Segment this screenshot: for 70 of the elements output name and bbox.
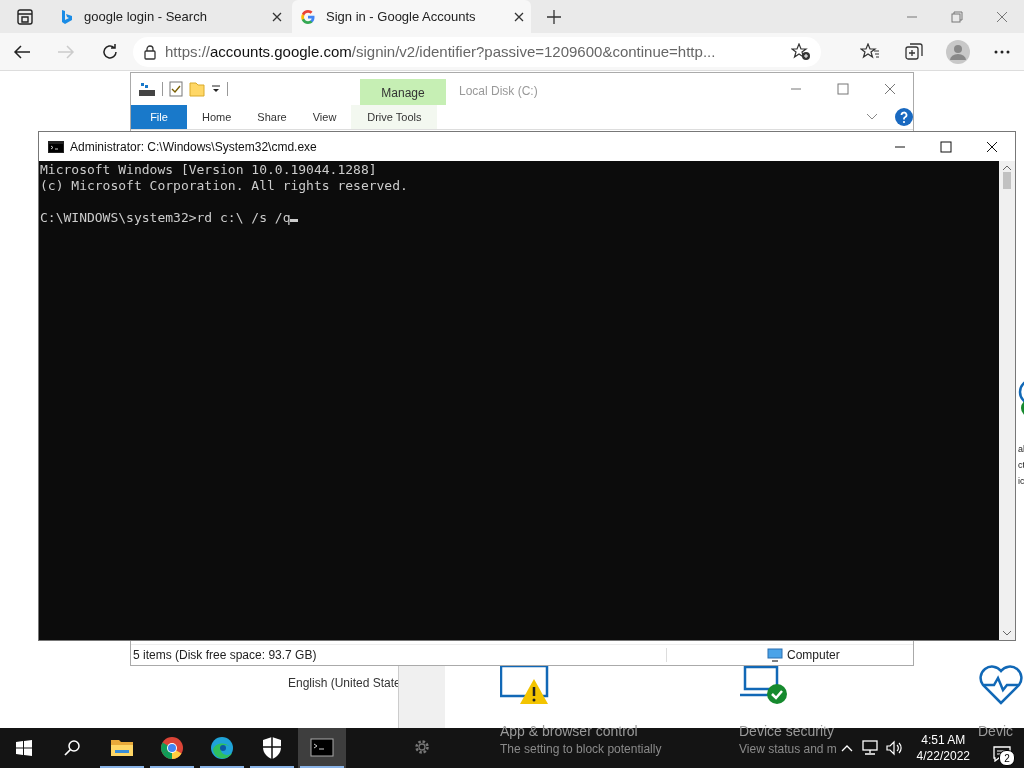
browser-tab[interactable]: google login - Search xyxy=(50,0,289,33)
refresh-icon[interactable] xyxy=(101,42,119,61)
lock-icon xyxy=(143,43,157,60)
window-title: Administrator: C:\Windows\System32\cmd.exe xyxy=(70,139,318,154)
heart-pulse-icon xyxy=(978,665,1024,705)
restore-icon[interactable] xyxy=(950,10,963,23)
address-bar[interactable]: https://accounts.google.com/signin/v2/identifier?passive=1209600&continue=http... xyxy=(133,36,821,67)
tab-title: Sign in - Google Accounts xyxy=(326,9,477,24)
close-icon[interactable] xyxy=(986,140,998,153)
console-text: Microsoft Windows [Version 10.0.19044.1288] xyxy=(40,162,378,178)
clock[interactable]: 4:51 AM 4/22/2022 xyxy=(906,732,980,764)
console-icon xyxy=(48,140,64,153)
scrollbar[interactable] xyxy=(999,161,1015,640)
volume-icon[interactable] xyxy=(885,740,904,756)
ribbon-tab[interactable]: Home xyxy=(189,105,245,129)
chevron-down-icon[interactable] xyxy=(865,113,878,121)
url-text: https://accounts.google.com/signin/v2/identifier?passive=1209600&continue=http... xyxy=(165,43,717,60)
ribbon-tab[interactable]: File xyxy=(131,105,187,129)
partial-text: ic xyxy=(1018,476,1024,486)
notifications-button[interactable]: 2 xyxy=(980,739,1024,768)
search-icon[interactable] xyxy=(64,740,80,756)
g-logo-icon xyxy=(300,8,316,25)
date-text: 4/22/2022 xyxy=(916,748,970,764)
message-icon xyxy=(993,745,1011,762)
window-title: Local Disk (C:) xyxy=(458,83,538,100)
console-text: (c) Microsoft Corporation. All rights reserved. xyxy=(40,178,409,194)
scroll-up-icon[interactable] xyxy=(1003,165,1011,170)
drive-icon[interactable] xyxy=(138,81,156,97)
dropdown-icon[interactable] xyxy=(211,84,221,94)
back-arrow-icon[interactable] xyxy=(13,43,31,60)
context-tab-header: Manage xyxy=(360,79,446,105)
shield-icon xyxy=(260,736,284,760)
notification-count: 2 xyxy=(999,750,1015,766)
card-title[interactable]: Devic xyxy=(978,723,1013,739)
partial-text: al xyxy=(1018,444,1024,454)
taskbar-button[interactable] xyxy=(298,728,346,768)
chevron-up-icon[interactable] xyxy=(840,744,853,752)
ribbon-tab[interactable]: View xyxy=(299,105,350,129)
command-line[interactable]: C:\WINDOWS\system32>rd c:\ /s /q xyxy=(40,210,999,226)
console-icon xyxy=(310,736,334,760)
status-text: 5 items (Disk free space: 93.7 GB) xyxy=(131,648,667,662)
ribbon-tab[interactable]: Drive Tools xyxy=(351,105,438,129)
browser-tab[interactable]: Sign in - Google Accounts xyxy=(292,0,531,33)
more-icon[interactable] xyxy=(994,49,1010,54)
monitor-warning-icon xyxy=(500,665,550,705)
avatar-icon[interactable] xyxy=(946,39,970,64)
edge-icon xyxy=(210,736,234,760)
time-text: 4:51 AM xyxy=(921,732,966,748)
ribbon-tab[interactable]: Share xyxy=(244,105,300,129)
gear-icon[interactable] xyxy=(413,738,431,756)
start-icon[interactable] xyxy=(16,740,32,756)
star-plus-icon[interactable] xyxy=(791,42,811,61)
tab-title: google login - Search xyxy=(84,9,208,24)
scroll-down-icon[interactable] xyxy=(1003,631,1011,636)
card-description: The setting to block potentially xyxy=(500,742,662,756)
scrollbar-thumb[interactable] xyxy=(1003,172,1011,189)
card-title[interactable]: App & browser control xyxy=(500,723,638,739)
card-title[interactable]: Device security xyxy=(739,723,834,739)
card-description: View status and m xyxy=(739,742,837,756)
help-icon[interactable] xyxy=(895,108,913,126)
location-text: Computer xyxy=(787,648,840,662)
network-icon[interactable] xyxy=(861,740,880,756)
properties-icon[interactable] xyxy=(169,81,183,97)
chrome-icon xyxy=(160,736,184,760)
favorites-icon[interactable] xyxy=(860,42,880,61)
collections-icon[interactable] xyxy=(905,42,923,61)
monitor-icon xyxy=(767,648,783,662)
tab-actions-icon[interactable] xyxy=(17,8,33,25)
plus-icon[interactable] xyxy=(546,8,562,25)
maximize-icon[interactable] xyxy=(940,140,952,153)
